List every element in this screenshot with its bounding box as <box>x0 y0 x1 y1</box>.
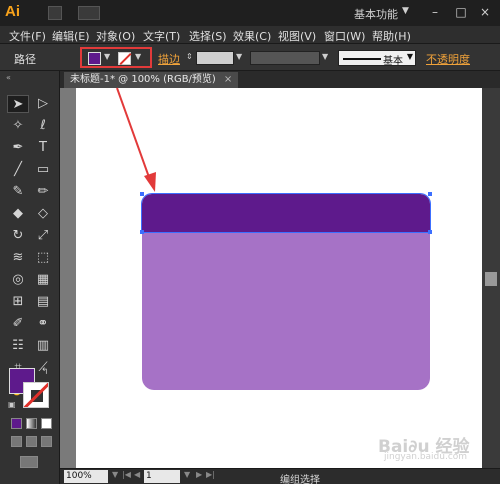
vertical-scrollbar[interactable] <box>482 88 500 468</box>
baidu-watermark: Bai∂u 经验 jingyan.baidu.com <box>378 432 488 466</box>
chevron-down-icon[interactable]: ▼ <box>112 470 118 479</box>
status-text: 编组选择 <box>280 475 320 484</box>
last-artboard-icon[interactable]: ▶| <box>206 470 215 479</box>
next-artboard-icon[interactable]: ▶ <box>196 470 202 479</box>
previous-artboard-icon[interactable]: ◀ <box>134 470 140 479</box>
annotation-arrow <box>116 87 156 192</box>
zoom-select[interactable]: 100% <box>64 470 108 483</box>
first-artboard-icon[interactable]: |◀ <box>122 470 131 479</box>
status-bar: 100% ▼ |◀ ◀ 1 ▼ ▶ ▶| 编组选择 <box>60 468 500 484</box>
watermark-url: jingyan.baidu.com <box>384 452 468 462</box>
artboard-number-field[interactable]: 1 <box>144 470 180 483</box>
chevron-down-icon[interactable]: ▼ <box>184 470 190 479</box>
scrollbar-thumb[interactable] <box>485 272 497 286</box>
